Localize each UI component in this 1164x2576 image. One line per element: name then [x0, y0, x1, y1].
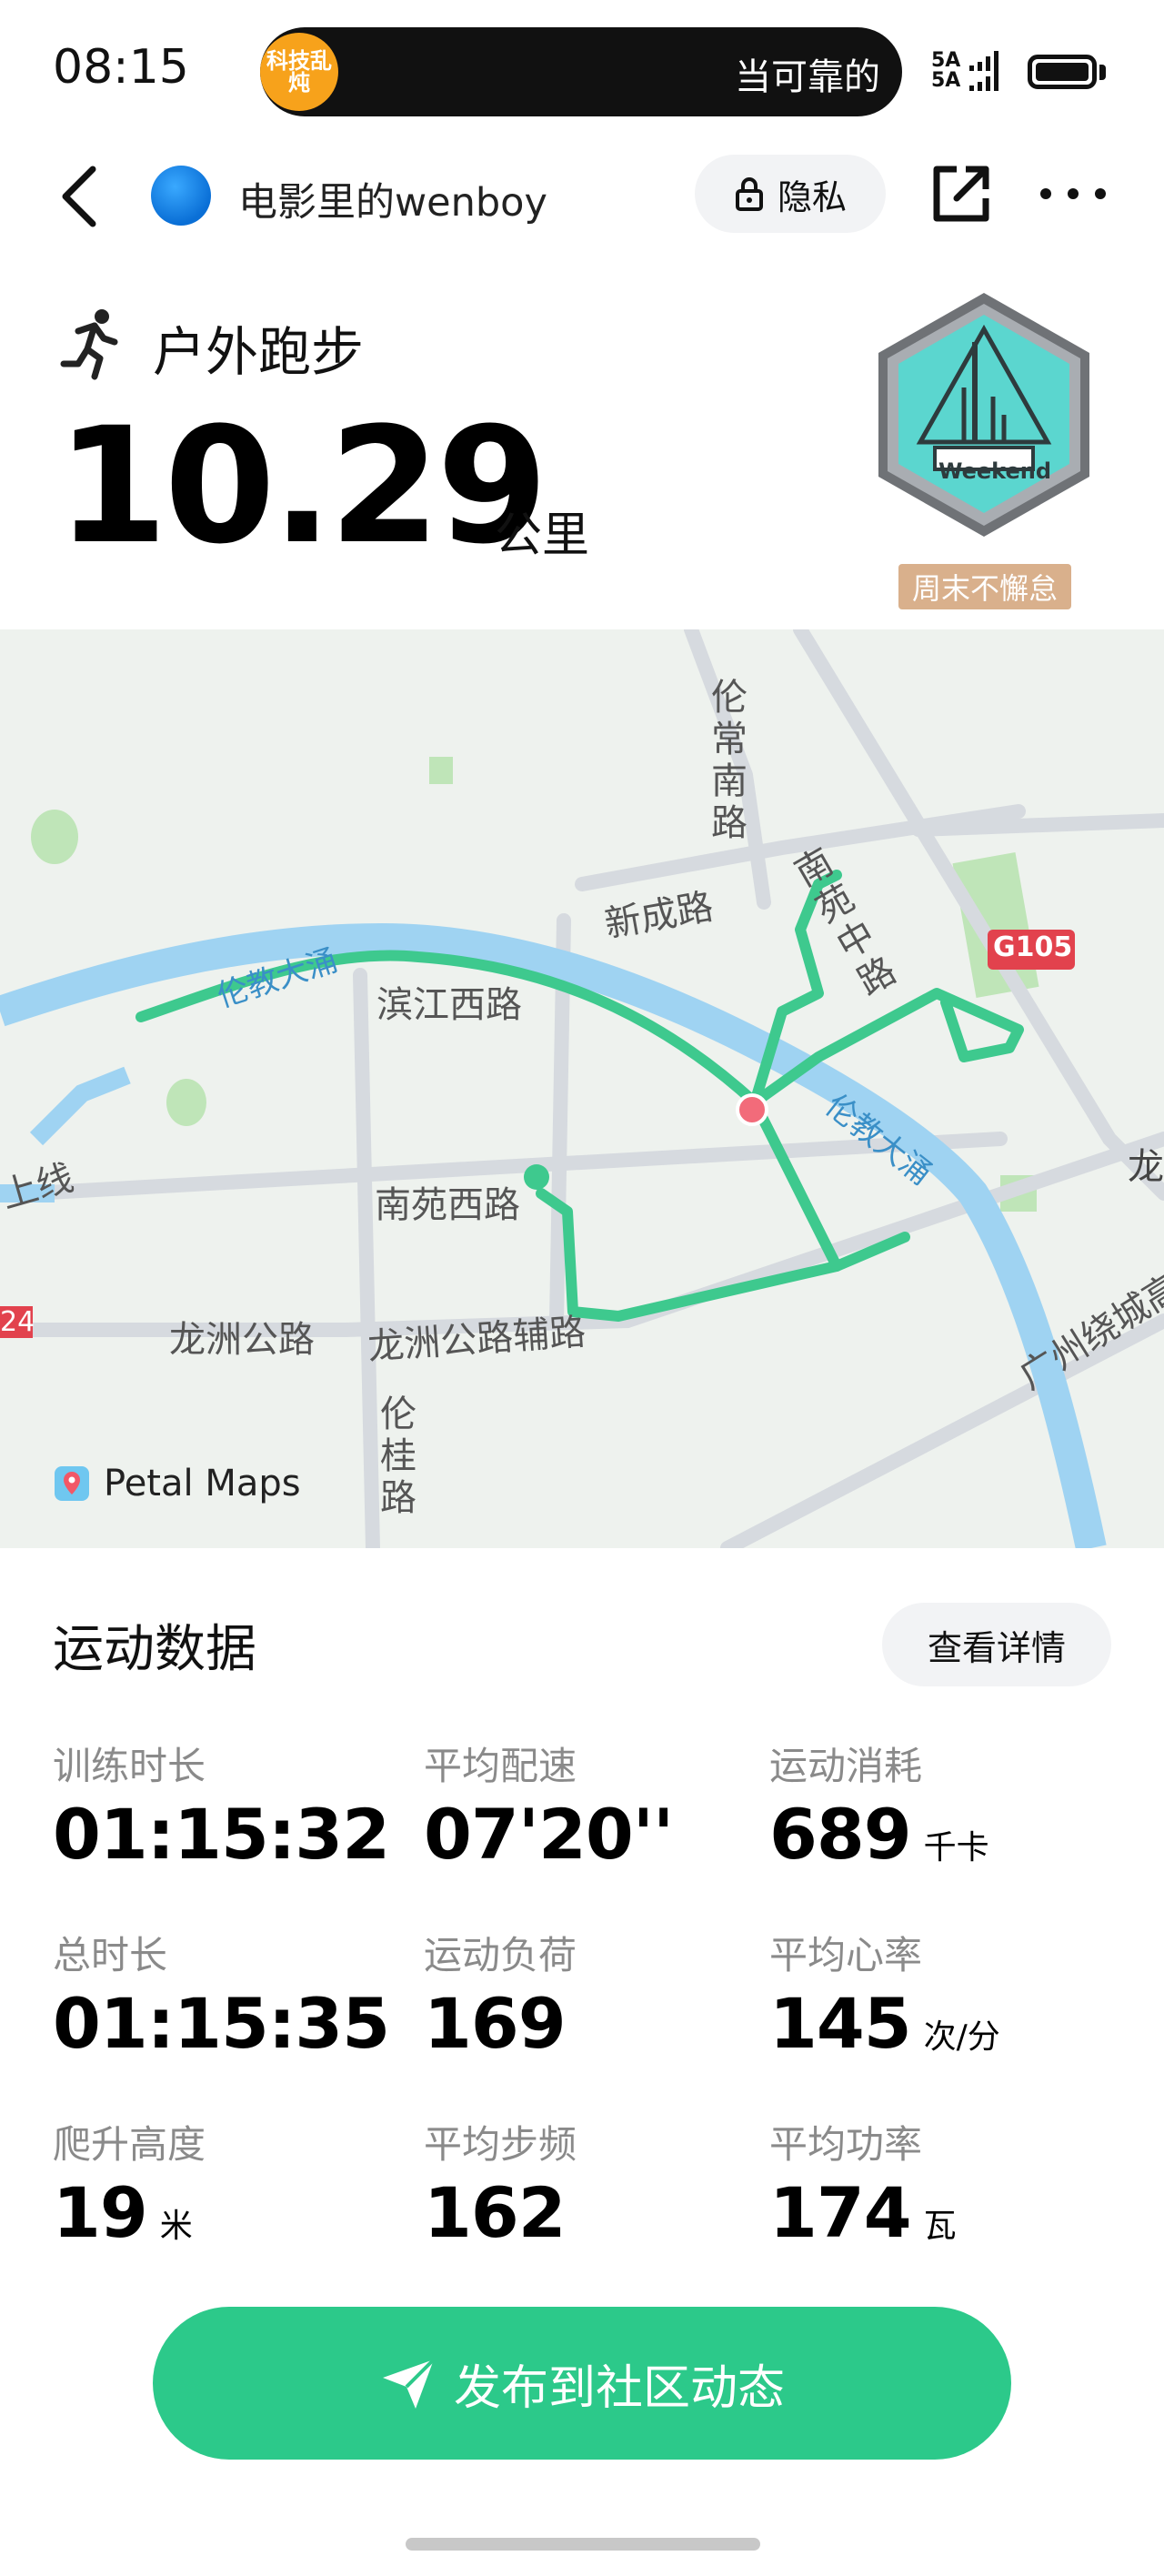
view-details-button[interactable]: 查看详情	[882, 1603, 1111, 1686]
map-label-lungui: 伦桂路	[380, 1394, 416, 1519]
map-label-lunchang: 伦常南路	[711, 677, 748, 844]
stat-value: 174 瓦	[769, 2172, 957, 2253]
stat-label: 平均心率	[769, 1933, 923, 1977]
map-label-nanyuan-west: 南苑西路	[375, 1184, 520, 1226]
share-icon[interactable]	[929, 162, 993, 226]
distance-value: 10.29	[56, 393, 548, 579]
stat-label: 运动消耗	[769, 1744, 923, 1788]
island-ticker-text: 当可靠的	[735, 56, 880, 98]
battery-tip	[1099, 65, 1106, 80]
signal-bars-icon	[969, 51, 998, 91]
privacy-button[interactable]: 隐私	[695, 155, 886, 233]
stat-value: 169	[424, 1983, 567, 2064]
stat-label: 训练时长	[53, 1744, 206, 1788]
send-icon	[382, 2358, 436, 2409]
map-canvas	[0, 629, 1164, 1548]
map-label-longzhou: 龙洲公路	[169, 1319, 315, 1361]
badge-caption: 周末不懈怠	[898, 564, 1071, 609]
map-label-long-edge: 龙	[1128, 1146, 1164, 1188]
stat-value: 01:15:35	[53, 1983, 390, 2064]
badge-text: Weekend	[938, 458, 1052, 484]
stat-unit: 千卡	[923, 1829, 989, 1867]
running-icon	[60, 309, 118, 380]
stats-title: 运动数据	[53, 1620, 256, 1679]
stat-value: 162	[424, 2172, 567, 2253]
stat-value: 07'20''	[424, 1794, 674, 1875]
avatar[interactable]	[151, 166, 211, 226]
island-app-icon: 科技乱炖	[260, 33, 338, 111]
stat-value: 689 千卡	[769, 1794, 989, 1875]
petal-maps-icon	[55, 1466, 89, 1501]
stat-value: 145 次/分	[769, 1983, 1000, 2064]
stat-value: 01:15:32	[53, 1794, 390, 1875]
stat-label: 平均配速	[424, 1744, 577, 1788]
petal-maps-attribution: Petal Maps	[53, 1463, 301, 1504]
publish-button[interactable]: 发布到社区动态	[153, 2307, 1011, 2460]
stat-label: 总时长	[53, 1933, 168, 1977]
status-time: 08:15	[53, 40, 189, 95]
more-icon[interactable]	[1037, 178, 1109, 209]
username[interactable]: 电影里的wenboy	[238, 171, 547, 227]
map-label-g105: G105	[993, 931, 1073, 963]
signal-icon: 5A 5A	[931, 51, 960, 91]
stat-label: 运动负荷	[424, 1933, 577, 1977]
home-indicator[interactable]	[406, 2538, 760, 2551]
stat-unit: 米	[159, 2208, 193, 2245]
stat-unit: 次/分	[923, 2018, 1000, 2056]
battery-icon	[1028, 55, 1097, 89]
signal-label-top: 5A	[931, 49, 961, 72]
stat-label: 平均功率	[769, 2122, 923, 2167]
dynamic-island[interactable]: 科技乱炖 当可靠的	[260, 27, 902, 116]
sport-type: 户外跑步	[153, 321, 365, 383]
route-map[interactable]: G105 伦教大涌 伦教大涌 滨江西路 新成路 伦常南路 南苑中路 南苑西路 龙…	[0, 629, 1164, 1548]
signal-label-bottom: 5A	[931, 69, 961, 92]
petal-maps-label: Petal Maps	[104, 1463, 301, 1504]
distance-unit: 公里	[495, 508, 590, 563]
publish-label: 发布到社区动态	[453, 2360, 785, 2416]
stat-label: 平均步频	[424, 2122, 577, 2167]
lock-icon	[735, 177, 763, 211]
privacy-label: 隐私	[777, 176, 847, 217]
map-label-binjiang: 滨江西路	[376, 984, 522, 1026]
stat-value: 19 米	[53, 2172, 193, 2253]
weekend-badge-icon[interactable]	[866, 287, 1102, 551]
stat-label: 爬升高度	[53, 2122, 206, 2167]
back-arrow-icon[interactable]	[53, 160, 107, 233]
stat-unit: 瓦	[923, 2208, 957, 2245]
map-label-road24: 24	[0, 1306, 35, 1338]
